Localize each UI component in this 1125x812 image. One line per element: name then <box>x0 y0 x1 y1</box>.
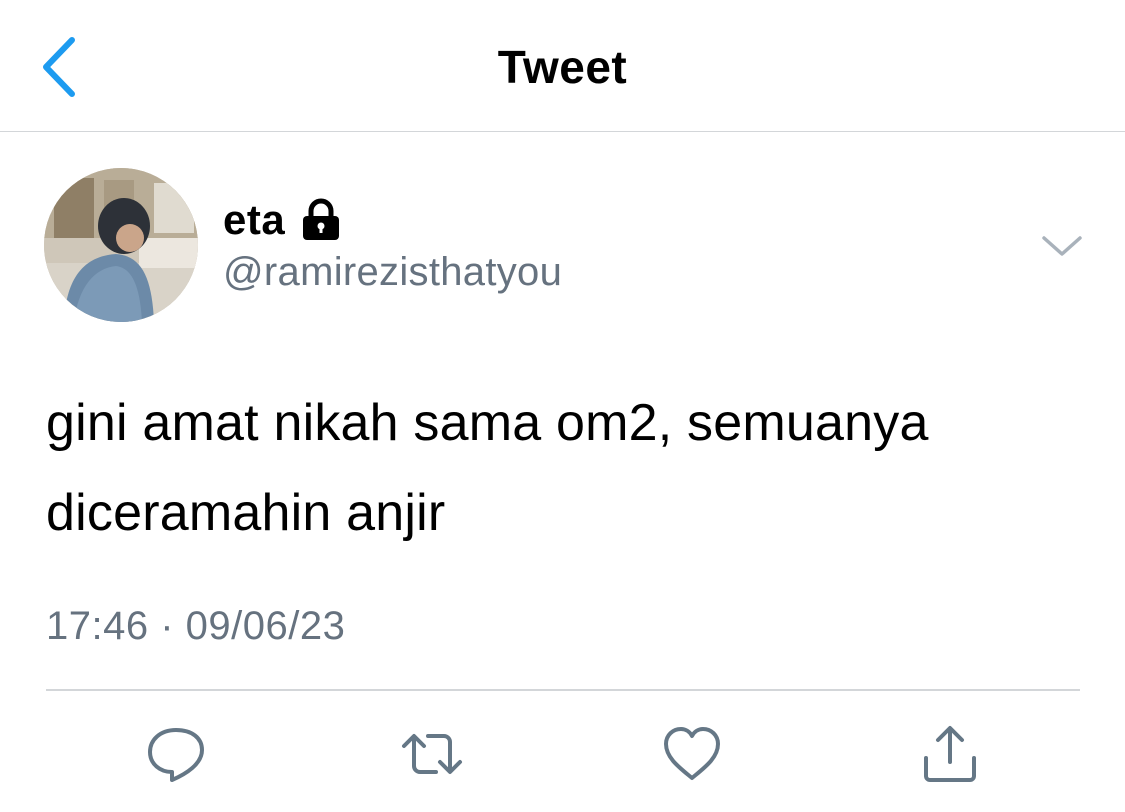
author-name-row: eta <box>223 192 343 248</box>
username-handle[interactable]: @ramirezisthatyou <box>223 250 562 295</box>
retweet-button[interactable] <box>400 722 464 786</box>
page-title: Tweet <box>497 41 628 93</box>
reply-button[interactable] <box>144 722 208 786</box>
share-icon <box>924 726 976 782</box>
tweet-timestamp[interactable]: 17:46 · 09/06/23 <box>46 604 345 649</box>
share-button[interactable] <box>918 722 982 786</box>
retweet-icon <box>402 734 462 774</box>
more-options-button[interactable] <box>1038 226 1086 266</box>
lock-icon <box>299 198 343 242</box>
divider <box>46 689 1080 691</box>
tweet-text-line: gini amat nikah sama om2, semuanya <box>46 394 929 452</box>
heart-icon <box>664 727 720 780</box>
tweet-text-line: diceramahin anjir <box>46 484 446 542</box>
chevron-down-icon <box>1042 236 1082 256</box>
tweet-text: gini amat nikah sama om2, semuanya dicer… <box>46 378 1096 558</box>
avatar-image <box>44 168 198 322</box>
navigation-bar: Tweet <box>0 0 1125 132</box>
comment-icon <box>148 728 204 782</box>
avatar[interactable] <box>44 168 198 322</box>
like-button[interactable] <box>660 722 724 786</box>
display-name[interactable]: eta <box>223 196 285 244</box>
